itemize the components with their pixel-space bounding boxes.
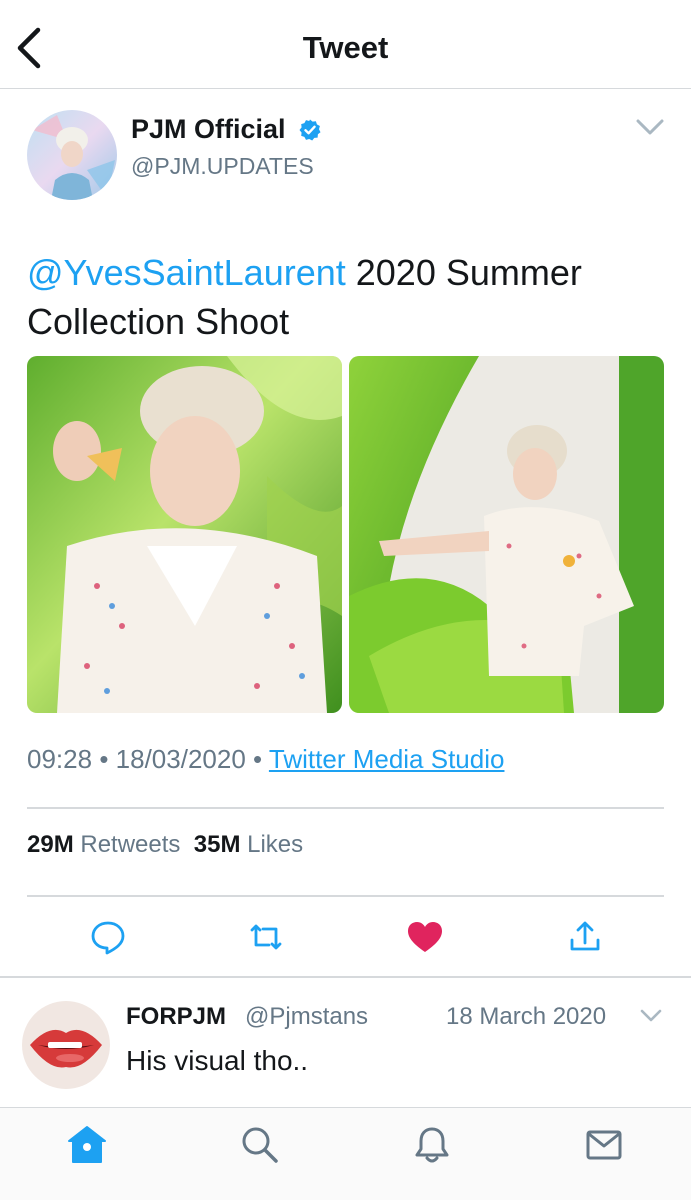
retweet-icon (250, 924, 282, 950)
reply-separator (0, 976, 691, 978)
share-icon (570, 921, 600, 951)
tweet-source-link[interactable]: Twitter Media Studio (269, 744, 505, 774)
reply-date: 18 March 2020 (446, 1003, 607, 1030)
reply-text: His visual tho.. (126, 1045, 309, 1076)
chevron-down-icon (636, 119, 664, 135)
divider (27, 895, 664, 897)
divider (27, 807, 664, 809)
chevron-down-icon (640, 1009, 662, 1022)
likes-label: Likes (247, 831, 304, 858)
retweets-stat[interactable]: 29M Retweets (27, 831, 180, 858)
share-button[interactable] (566, 918, 604, 956)
nav-messages[interactable] (583, 1124, 625, 1166)
tweet-meta: 09:28 • 18/03/2020 • Twitter Media Studi… (27, 744, 504, 775)
author-name[interactable]: PJM Official (131, 114, 286, 145)
retweets-label: Retweets (80, 831, 181, 858)
tweet-time: 09:28 (27, 744, 93, 774)
tweet-text: @YvesSaintLaurent 2020 Summer Collection… (27, 248, 667, 346)
messages-icon (586, 1130, 622, 1160)
mention-link[interactable]: @YvesSaintLaurent (27, 252, 346, 293)
likes-stat[interactable]: 35M Likes (194, 831, 303, 858)
reply-author-handle[interactable]: @Pjmstans (245, 1003, 368, 1031)
tweet-date: 18/03/2020 (115, 744, 246, 774)
verified-badge-icon (298, 118, 322, 142)
home-icon (68, 1126, 106, 1163)
tweet-photo-2[interactable] (349, 356, 664, 713)
tweet-stats: 29M Retweets 35M Likes (27, 831, 303, 859)
likes-count: 35M (193, 831, 241, 858)
page-title: Tweet (302, 30, 389, 65)
like-icon (408, 922, 442, 952)
notifications-icon (415, 1127, 449, 1163)
tweet-photo-1[interactable] (27, 356, 342, 713)
reply-author-name[interactable]: FORPJM (126, 1003, 226, 1031)
search-icon (242, 1127, 278, 1163)
tweet-menu-button[interactable] (634, 115, 666, 139)
reply-avatar[interactable] (22, 1001, 110, 1089)
retweets-count: 29M (27, 831, 74, 858)
like-button[interactable] (406, 918, 444, 956)
reply-menu-button[interactable] (638, 1006, 664, 1026)
nav-search[interactable] (239, 1124, 281, 1166)
retweet-button[interactable] (247, 918, 285, 956)
reply-button[interactable] (89, 918, 127, 956)
reply-icon (91, 921, 125, 955)
author-avatar[interactable] (27, 110, 117, 200)
meta-separator-2: • (253, 744, 263, 774)
author-handle[interactable]: @PJM.UPDATES (131, 153, 314, 180)
nav-notifications[interactable] (411, 1124, 453, 1166)
meta-separator-1: • (99, 744, 109, 774)
nav-home[interactable] (66, 1124, 108, 1166)
